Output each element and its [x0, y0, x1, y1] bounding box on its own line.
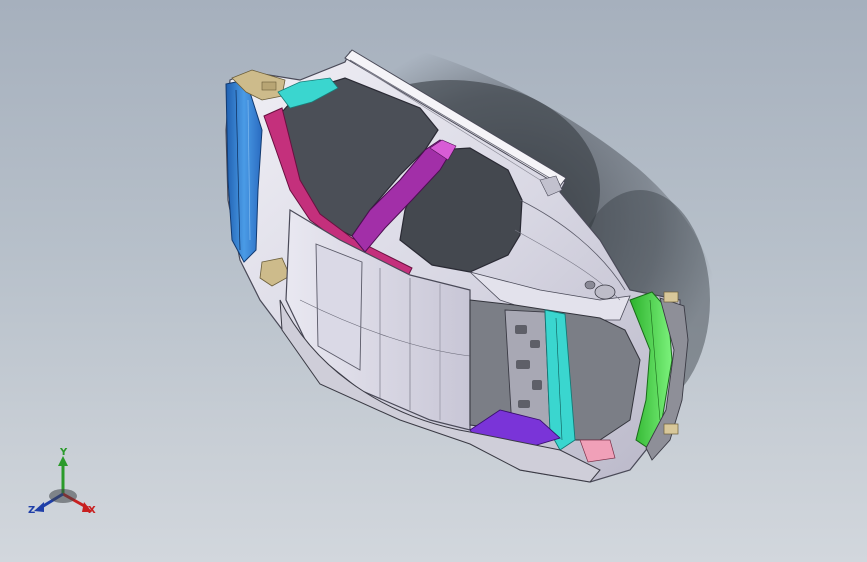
view-orientation-triad[interactable]: Y X Z — [26, 448, 106, 524]
car-body-side-model[interactable] — [0, 0, 867, 562]
inner-pillar-structure — [504, 309, 551, 431]
triad-base-disc — [49, 489, 77, 503]
rear-stud-top — [663, 291, 679, 303]
z-axis-label: Z — [28, 505, 36, 516]
y-axis-label: Y — [60, 447, 68, 458]
rear-stud-bottom — [663, 423, 679, 435]
z-axis-arrow-icon — [34, 502, 44, 512]
cad-viewport[interactable]: Y X Z — [0, 0, 867, 562]
x-axis-label: X — [88, 505, 96, 516]
